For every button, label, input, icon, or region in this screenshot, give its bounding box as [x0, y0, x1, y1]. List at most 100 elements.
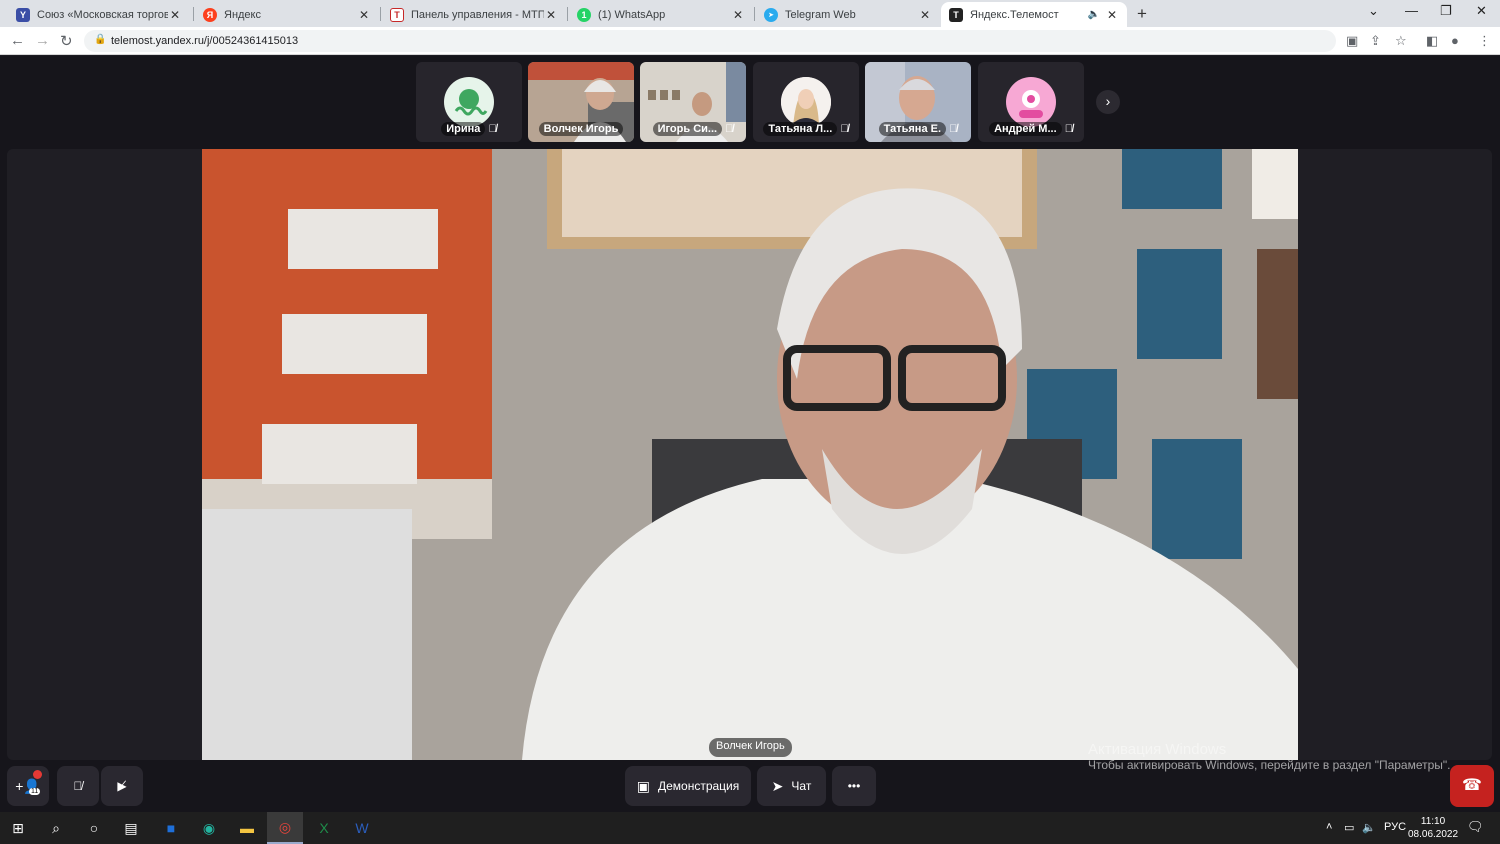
more-dots-icon: •••: [847, 779, 861, 793]
hang-up-phone-icon: ☎: [1462, 777, 1482, 794]
notification-dot: [33, 770, 42, 779]
tab-telegram[interactable]: ➤ Telegram Web ✕: [756, 2, 940, 27]
participant-tile[interactable]: Татьяна Е. 🎙̸: [865, 62, 971, 142]
yandex-logo-icon: Я: [203, 7, 217, 22]
more-options-button[interactable]: •••: [832, 766, 876, 806]
cortana-circle-icon[interactable]: ○: [76, 812, 112, 844]
profile-icon[interactable]: ●: [1451, 33, 1459, 48]
participant-tile[interactable]: Андрей М... 🎙̸: [978, 62, 1084, 142]
toggle-camera-button[interactable]: ▶̸: [101, 766, 143, 806]
muted-mic-icon: 🎙̸: [725, 123, 734, 135]
tab-title: (1) WhatsApp: [598, 8, 666, 21]
url-input[interactable]: 🔒 telemost.yandex.ru/j/00524361415013: [84, 30, 1336, 52]
word-icon[interactable]: W: [344, 812, 380, 844]
clock-date: 08.06.2022: [1408, 829, 1459, 840]
volume-icon[interactable]: 🔈: [1362, 821, 1376, 834]
muted-mic-icon: 🎙̸: [1064, 123, 1073, 135]
close-icon[interactable]: ✕: [731, 8, 745, 22]
window-close-icon[interactable]: ✕: [1476, 3, 1487, 19]
participant-tile[interactable]: Волчек Игорь: [528, 62, 634, 142]
pink-monster-avatar-icon: [1006, 77, 1056, 127]
tab-title: Telegram Web: [785, 8, 856, 21]
file-explorer-folder-icon[interactable]: ▬: [229, 812, 265, 844]
participant-name: Ирина: [441, 122, 486, 136]
muted-mic-icon: 🎙̸: [949, 123, 958, 135]
main-speaker-video: [202, 149, 1298, 760]
tray-chevron-up-icon[interactable]: ˄: [1326, 821, 1332, 833]
forward-arrow-icon[interactable]: →: [35, 32, 50, 49]
minimize-icon[interactable]: —: [1405, 3, 1418, 18]
participant-photo: [781, 77, 831, 127]
edge-icon[interactable]: ◉: [191, 812, 227, 844]
search-icon[interactable]: ⌕: [38, 812, 74, 844]
tab-telemost[interactable]: Т Яндекс.Телемост 🔈 ✕: [941, 2, 1127, 27]
windows-start-icon[interactable]: ⊞: [0, 812, 36, 844]
bookmark-star-icon[interactable]: ☆: [1395, 33, 1407, 49]
clock-time: 11:10: [1420, 816, 1446, 827]
reload-icon[interactable]: ↻: [60, 32, 73, 50]
close-icon[interactable]: ✕: [1105, 8, 1119, 22]
participant-name: Татьяна Е.: [878, 122, 947, 136]
outlook-icon[interactable]: ■: [153, 812, 189, 844]
octopus-avatar-icon: [444, 77, 494, 127]
speaker-audio-icon[interactable]: 🔈: [1087, 9, 1101, 20]
back-arrow-icon[interactable]: ←: [10, 32, 25, 49]
mute-microphone-button[interactable]: 🎙̸: [57, 766, 99, 806]
next-participants-chevron-icon[interactable]: ›: [1096, 90, 1120, 114]
screen-share-label: Демонстрация: [657, 779, 740, 793]
restore-icon[interactable]: ❐: [1440, 3, 1452, 19]
screen-share-button[interactable]: ▣ Демонстрация: [625, 766, 751, 806]
telemost-favicon-icon: Т: [949, 7, 963, 22]
watermark-text: Чтобы активировать Windows, перейдите в …: [1088, 758, 1451, 772]
windows-activation-watermark: Активация Windows Чтобы активировать Win…: [1088, 741, 1451, 772]
network-icon[interactable]: ▭: [1344, 821, 1354, 834]
close-icon[interactable]: ✕: [168, 8, 182, 22]
muted-mic-icon: 🎙̸: [840, 123, 849, 135]
system-clock[interactable]: 11:10 08.06.2022: [1408, 815, 1458, 841]
send-chat-icon: ➤: [771, 777, 784, 794]
end-call-button[interactable]: ☎: [1450, 765, 1494, 807]
participant-tile[interactable]: Ирина 🎙̸: [416, 62, 522, 142]
participant-tile[interactable]: Татьяна Л... 🎙̸: [753, 62, 859, 142]
share-icon[interactable]: ⇪: [1370, 33, 1381, 49]
chat-button[interactable]: ➤ Чат: [757, 766, 826, 806]
yandex-favicon-icon: Y: [16, 7, 30, 22]
task-view-icon[interactable]: ▤: [113, 812, 149, 844]
address-bar: ← → ↻ 🔒 telemost.yandex.ru/j/00524361415…: [0, 27, 1500, 55]
tab-search-chevron-icon[interactable]: ⌄: [1368, 3, 1379, 19]
tab-title: Панель управления - МТПП: [411, 8, 544, 21]
browser-tab-bar: Y Союз «Московская торгово-пр ✕ Я Яндекс…: [0, 0, 1500, 27]
invite-participants-button[interactable]: +👤 11: [7, 766, 49, 806]
notifications-icon[interactable]: 🗨: [1467, 819, 1484, 835]
new-tab-plus-icon[interactable]: +: [1137, 4, 1147, 24]
close-icon[interactable]: ✕: [918, 8, 932, 22]
whatsapp-icon: 1: [577, 7, 591, 22]
chrome-icon[interactable]: ◎: [267, 812, 303, 844]
muted-mic-icon: 🎙̸: [73, 779, 83, 793]
telegram-icon: ➤: [764, 7, 778, 22]
chat-label: Чат: [791, 779, 812, 793]
participant-count-badge: 11: [29, 788, 41, 795]
menu-kebab-icon[interactable]: ⋮: [1478, 33, 1491, 49]
close-icon[interactable]: ✕: [357, 8, 371, 22]
participant-name: Игорь Си...: [652, 122, 723, 136]
mtpp-favicon-icon: T: [390, 7, 404, 22]
tab-whatsapp[interactable]: 1 (1) WhatsApp ✕: [569, 2, 753, 27]
tab-control-panel[interactable]: T Панель управления - МТПП ✕: [382, 2, 566, 27]
language-indicator[interactable]: РУС: [1384, 821, 1406, 833]
speaker-name-label: Волчек Игорь: [709, 738, 792, 757]
participant-name: Волчек Игорь: [538, 122, 624, 136]
participant-name: Татьяна Л...: [763, 122, 838, 136]
tab-title: Яндекс: [224, 8, 261, 21]
side-panel-icon[interactable]: ◧: [1426, 33, 1438, 49]
participant-tile[interactable]: Игорь Си... 🎙̸: [640, 62, 746, 142]
camera-blocked-icon[interactable]: ▣: [1346, 33, 1358, 49]
participant-name: Андрей М...: [989, 122, 1062, 136]
muted-mic-icon: 🎙̸: [488, 123, 497, 135]
watermark-title: Активация Windows: [1088, 741, 1227, 758]
close-icon[interactable]: ✕: [544, 8, 558, 22]
url-text: telemost.yandex.ru/j/00524361415013: [111, 35, 299, 47]
excel-icon[interactable]: X: [306, 812, 342, 844]
tab-yandex[interactable]: Я Яндекс ✕: [195, 2, 379, 27]
tab-mtpp-union[interactable]: Y Союз «Московская торгово-пр ✕: [8, 2, 190, 27]
